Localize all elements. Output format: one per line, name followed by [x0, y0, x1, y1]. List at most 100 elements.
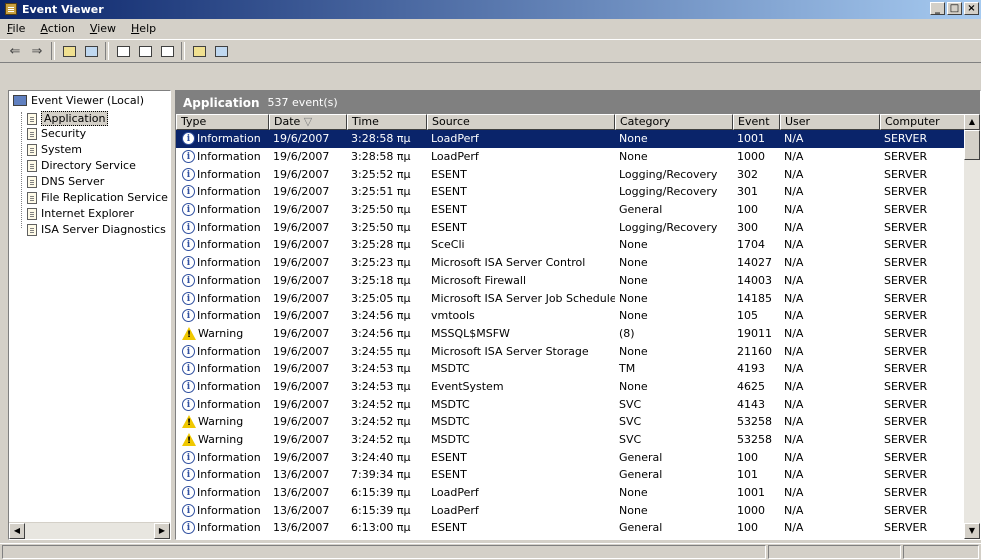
table-row[interactable]: i Information 19/6/2007 3:24:55 πμ Microsoft… [176, 342, 966, 360]
refresh-button[interactable] [134, 41, 156, 61]
table-row[interactable]: i Information 19/6/2007 3:24:56 πμ vmtools No… [176, 307, 966, 325]
table-row[interactable]: i Information 19/6/2007 3:25:05 πμ Microsoft… [176, 289, 966, 307]
cell-user: N/A [784, 238, 804, 252]
cell-event: 100 [737, 203, 758, 217]
cell-time: 3:24:55 πμ [351, 344, 411, 358]
cell-source: LoadPerf [431, 132, 479, 146]
scroll-up-button[interactable]: ▲ [964, 114, 980, 130]
properties-button[interactable] [112, 41, 134, 61]
toolbar-separator [181, 42, 185, 60]
cell-user: N/A [784, 379, 804, 393]
tree-item-internet-explorer[interactable]: Internet Explorer [27, 207, 134, 220]
table-row[interactable]: i Information 13/6/2007 6:15:39 πμ LoadPerf N… [176, 501, 966, 519]
cell-event: 101 [737, 468, 758, 482]
event-count: 537 event(s) [267, 96, 338, 109]
table-row[interactable]: i Information 19/6/2007 3:24:53 πμ EventSyst… [176, 378, 966, 396]
cell-event: 1001 [737, 486, 765, 500]
tree-horizontal-scrollbar[interactable]: ◀ ▶ [9, 522, 170, 539]
cell-computer: SERVER [884, 362, 928, 376]
description-button[interactable] [210, 41, 232, 61]
cell-time: 3:25:05 πμ [351, 291, 411, 305]
sort-descending-icon: ▽ [303, 115, 313, 128]
table-row[interactable]: i Information 19/6/2007 3:25:23 πμ Microsoft… [176, 254, 966, 272]
console-tree[interactable]: Event Viewer (Local) Application Securit… [8, 90, 171, 540]
column-header-date[interactable]: Date ▽ [269, 114, 347, 130]
table-row[interactable]: ! Warning 19/6/2007 3:24:52 πμ MSDTC SVC 53258… [176, 413, 966, 431]
cell-source: vmtools [431, 309, 475, 323]
log-icon [27, 207, 37, 220]
cell-event: 14003 [737, 273, 772, 287]
status-bar [0, 543, 981, 560]
column-header-time[interactable]: Time [347, 114, 427, 130]
menu-help[interactable]: Help [124, 22, 164, 35]
close-button[interactable]: × [964, 2, 979, 15]
show-hide-tree-button[interactable] [80, 41, 102, 61]
toolbar: ⇐ ⇒ [0, 39, 981, 63]
forward-button[interactable]: ⇒ [26, 41, 48, 61]
table-row[interactable]: i Information 19/6/2007 3:24:40 πμ ESENT Gene… [176, 448, 966, 466]
cell-category: None [619, 132, 648, 146]
column-headers: Type Date ▽ Time Source Category Event U… [176, 114, 966, 130]
back-button[interactable]: ⇐ [4, 41, 26, 61]
table-row[interactable]: i Information 19/6/2007 3:25:28 πμ SceCli Non… [176, 236, 966, 254]
tree-item-system[interactable]: System [27, 143, 82, 156]
tree-item-application[interactable]: Application [27, 111, 109, 126]
column-header-computer[interactable]: Computer [880, 114, 966, 130]
tree-item-directory-service[interactable]: Directory Service [27, 159, 136, 172]
export-list-button[interactable] [156, 41, 178, 61]
table-row[interactable]: i Information 13/6/2007 6:13:00 πμ ESENT Gene… [176, 519, 966, 537]
log-icon [27, 127, 37, 140]
cell-source: ESENT [431, 167, 467, 181]
tree-item-file-replication-service[interactable]: File Replication Service [27, 191, 168, 204]
menu-view[interactable]: View [83, 22, 124, 35]
minimize-button[interactable]: _ [930, 2, 945, 15]
cell-computer: SERVER [884, 450, 928, 464]
cell-event: 1001 [737, 132, 765, 146]
column-header-user[interactable]: User [780, 114, 880, 130]
tree-item-isa-server-diagnostics[interactable]: ISA Server Diagnostics [27, 223, 166, 236]
table-row[interactable]: i Information 19/6/2007 3:25:51 πμ ESENT Logg… [176, 183, 966, 201]
information-icon: i [182, 220, 195, 234]
tree-item-dns-server[interactable]: DNS Server [27, 175, 104, 188]
table-row[interactable]: ! Warning 19/6/2007 3:24:52 πμ MSDTC SVC 53258… [176, 431, 966, 449]
type-label: Information [197, 486, 261, 500]
help-button[interactable] [188, 41, 210, 61]
cell-category: SVC [619, 397, 642, 411]
table-row[interactable]: i Information 19/6/2007 3:24:53 πμ MSDTC TM 41… [176, 360, 966, 378]
table-row[interactable]: i Information 19/6/2007 3:28:58 πμ LoadPerf N… [176, 148, 966, 166]
maximize-button[interactable]: □ [947, 2, 962, 15]
cell-category: None [619, 503, 648, 517]
scroll-left-button[interactable]: ◀ [9, 523, 25, 539]
cell-computer: SERVER [884, 379, 928, 393]
cell-source: MSDTC [431, 397, 470, 411]
column-header-type[interactable]: Type [176, 114, 269, 130]
table-row[interactable]: i Information 19/6/2007 3:24:52 πμ MSDTC SVC 4… [176, 395, 966, 413]
up-level-button[interactable] [58, 41, 80, 61]
cell-date: 19/6/2007 [273, 238, 330, 252]
menu-file[interactable]: File [0, 22, 33, 35]
cell-time: 3:24:56 πμ [351, 309, 411, 323]
table-row[interactable]: i Information 19/6/2007 3:25:18 πμ Microsoft… [176, 272, 966, 290]
column-header-source[interactable]: Source [427, 114, 615, 130]
table-row[interactable]: i Information 19/6/2007 3:25:50 πμ ESENT Logg… [176, 218, 966, 236]
table-row[interactable]: ! Warning 19/6/2007 3:24:56 πμ MSSQL$MSFW (8)… [176, 325, 966, 343]
scroll-thumb[interactable] [964, 130, 980, 160]
cell-computer: SERVER [884, 503, 928, 517]
table-row[interactable]: i Information 13/6/2007 7:39:34 πμ ESENT Gene… [176, 466, 966, 484]
column-header-event[interactable]: Event [733, 114, 780, 130]
tree-item-label: ISA Server Diagnostics [41, 223, 166, 236]
table-row[interactable]: i Information 19/6/2007 3:25:52 πμ ESENT Logg… [176, 165, 966, 183]
event-list-vertical-scrollbar[interactable]: ▲ ▼ [964, 114, 980, 539]
cell-time: 3:24:52 πμ [351, 433, 411, 447]
tree-item-security[interactable]: Security [27, 127, 86, 140]
table-row[interactable]: i Information 19/6/2007 3:25:50 πμ ESENT Gene… [176, 201, 966, 219]
scroll-right-button[interactable]: ▶ [154, 523, 170, 539]
menu-action[interactable]: Action [33, 22, 82, 35]
tree-root[interactable]: Event Viewer (Local) [13, 94, 144, 107]
table-row[interactable]: i Information 13/6/2007 6:15:39 πμ LoadPerf N… [176, 484, 966, 502]
scroll-down-button[interactable]: ▼ [964, 523, 980, 539]
column-header-category[interactable]: Category [615, 114, 733, 130]
type-label: Information [197, 256, 261, 270]
table-row[interactable]: i Information 19/6/2007 3:28:58 πμ LoadPerf N… [176, 130, 966, 148]
cell-type: i Information [176, 379, 269, 393]
